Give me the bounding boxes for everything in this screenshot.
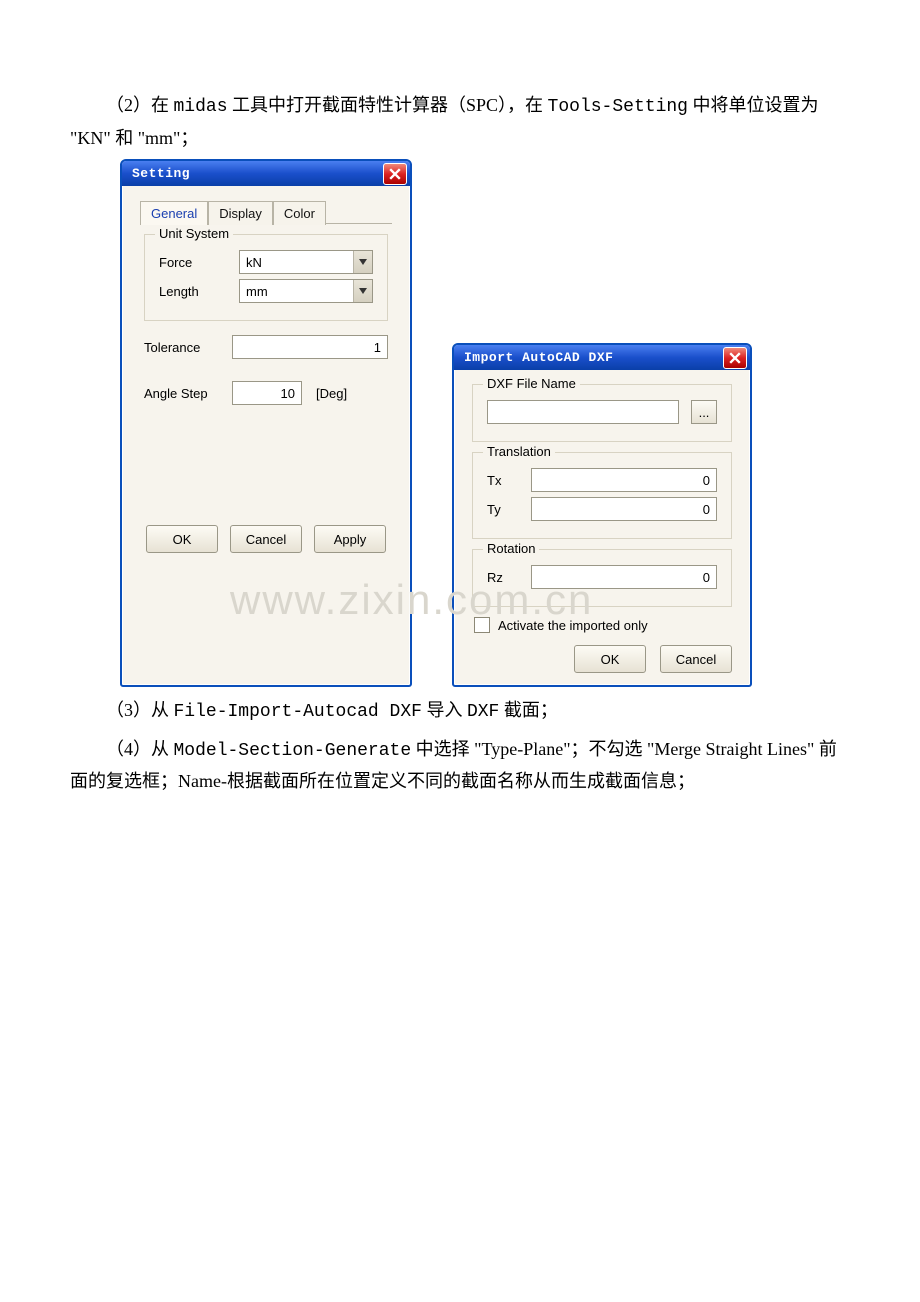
text: （2）在 xyxy=(106,95,174,115)
rz-label: Rz xyxy=(487,570,523,585)
ok-button[interactable]: OK xyxy=(146,525,218,553)
chevron-down-icon xyxy=(353,280,372,302)
tab-display[interactable]: Display xyxy=(208,201,273,225)
unit-system-group: Unit System Force kN Length m xyxy=(144,234,388,321)
length-select[interactable]: mm xyxy=(239,279,373,303)
rotation-legend: Rotation xyxy=(483,541,539,556)
rz-input[interactable]: 0 xyxy=(531,565,717,589)
activate-imported-checkbox[interactable] xyxy=(474,617,490,633)
text: 工具中打开截面特性计算器（SPC），在 xyxy=(228,95,548,115)
ty-value: 0 xyxy=(703,502,710,517)
force-value: kN xyxy=(240,255,353,270)
paragraph-2: （2）在 midas 工具中打开截面特性计算器（SPC），在 Tools-Set… xyxy=(70,90,850,153)
ellipsis-icon: ... xyxy=(699,405,710,420)
cancel-button[interactable]: Cancel xyxy=(230,525,302,553)
ty-input[interactable]: 0 xyxy=(531,497,717,521)
chevron-down-icon xyxy=(353,251,372,273)
import-titlebar: Import AutoCAD DXF xyxy=(454,345,750,370)
text: Model-Section-Generate xyxy=(174,741,412,761)
import-title: Import AutoCAD DXF xyxy=(464,350,613,365)
tab-color[interactable]: Color xyxy=(273,201,326,225)
import-dxf-dialog: Import AutoCAD DXF DXF File Name ... Tra… xyxy=(452,343,752,687)
rotation-group: Rotation Rz 0 xyxy=(472,549,732,607)
angle-step-label: Angle Step xyxy=(144,386,222,401)
dxf-file-group: DXF File Name ... xyxy=(472,384,732,442)
close-icon xyxy=(729,352,741,364)
angle-step-value: 10 xyxy=(281,386,295,401)
paragraph-3: （3）从 File-Import-Autocad DXF 导入 DXF 截面； xyxy=(70,695,850,728)
activate-imported-label: Activate the imported only xyxy=(498,618,648,633)
tx-value: 0 xyxy=(703,473,710,488)
tx-label: Tx xyxy=(487,473,523,488)
browse-button[interactable]: ... xyxy=(691,400,717,424)
setting-dialog: Setting GeneralDisplayColor Unit System … xyxy=(120,159,412,687)
dialogs-row: Setting GeneralDisplayColor Unit System … xyxy=(120,159,850,687)
text: 导入 xyxy=(422,700,467,720)
dxf-file-input[interactable] xyxy=(487,400,679,424)
text: 截面； xyxy=(499,700,558,720)
unit-system-legend: Unit System xyxy=(155,226,233,241)
text: DXF xyxy=(467,702,499,722)
ty-label: Ty xyxy=(487,502,523,517)
text: File-Import-Autocad DXF xyxy=(174,702,422,722)
angle-step-input[interactable]: 10 xyxy=(232,381,302,405)
angle-step-unit: [Deg] xyxy=(316,386,347,401)
tolerance-value: 1 xyxy=(374,340,381,355)
text: Tools-Setting xyxy=(548,97,688,117)
setting-title: Setting xyxy=(132,166,190,181)
translation-legend: Translation xyxy=(483,444,555,459)
setting-titlebar: Setting xyxy=(122,161,410,186)
tx-input[interactable]: 0 xyxy=(531,468,717,492)
tab-general[interactable]: General xyxy=(140,201,208,225)
length-label: Length xyxy=(159,284,231,299)
tolerance-label: Tolerance xyxy=(144,340,222,355)
cancel-button[interactable]: Cancel xyxy=(660,645,732,673)
translation-group: Translation Tx 0 Ty 0 xyxy=(472,452,732,539)
force-select[interactable]: kN xyxy=(239,250,373,274)
ok-button[interactable]: OK xyxy=(574,645,646,673)
paragraph-4: （4）从 Model-Section-Generate 中选择 "Type-Pl… xyxy=(70,734,850,797)
text: （3）从 xyxy=(106,700,174,720)
close-button[interactable] xyxy=(383,163,407,185)
text: midas xyxy=(174,97,228,117)
rz-value: 0 xyxy=(703,570,710,585)
close-icon xyxy=(389,168,401,180)
force-label: Force xyxy=(159,255,231,270)
length-value: mm xyxy=(240,284,353,299)
tabs: GeneralDisplayColor xyxy=(140,200,392,224)
dxf-file-legend: DXF File Name xyxy=(483,376,580,391)
tolerance-input[interactable]: 1 xyxy=(232,335,388,359)
apply-button[interactable]: Apply xyxy=(314,525,386,553)
close-button[interactable] xyxy=(723,347,747,369)
text: （4）从 xyxy=(106,739,174,759)
